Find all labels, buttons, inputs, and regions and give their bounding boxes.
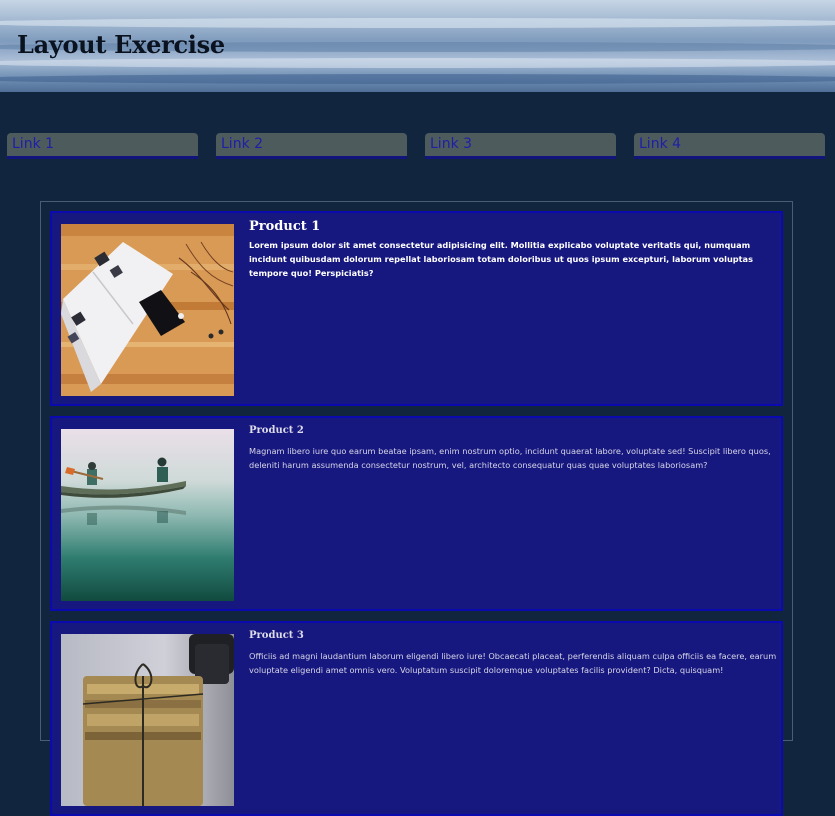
product-card: Product 2 Magnam libero iure quo earum b…: [50, 416, 783, 611]
nav-link-4[interactable]: Link 4: [634, 133, 825, 159]
page-header: Layout Exercise: [0, 0, 835, 92]
product-image-books: [61, 634, 234, 806]
product-description: Magnam libero iure quo earum beatae ipsa…: [249, 446, 771, 470]
product-list: Product 1 Lorem ipsum dolor sit amet con…: [40, 201, 793, 816]
canoe-lake-image: [61, 429, 234, 601]
books-inkwell-image: [61, 634, 234, 806]
product-card: Product 3 Officiis ad magni laudantium l…: [50, 621, 783, 816]
product-image-notebook: [61, 224, 234, 396]
product-card: Product 1 Lorem ipsum dolor sit amet con…: [50, 211, 783, 406]
product-description: Officiis ad magni laudantium laborum eli…: [249, 651, 777, 675]
nav-link-2[interactable]: Link 2: [216, 133, 407, 159]
nav-link-3[interactable]: Link 3: [425, 133, 616, 159]
product-name: Product 3: [249, 630, 304, 641]
notebook-desk-image: [61, 224, 234, 396]
nav-link-1[interactable]: Link 1: [7, 133, 198, 159]
product-image-canoe: [61, 429, 234, 601]
header-water-band: [0, 58, 835, 68]
header-water-band: [0, 74, 835, 84]
product-description: Lorem ipsum dolor sit amet consectetur a…: [249, 240, 753, 278]
product-name: Product 2: [249, 425, 304, 436]
header-sky-band: [0, 18, 835, 28]
main-nav: Link 1 Link 2 Link 3 Link 4: [0, 133, 835, 161]
product-name: Product 1: [249, 219, 321, 234]
page-title: Layout Exercise: [17, 30, 225, 59]
